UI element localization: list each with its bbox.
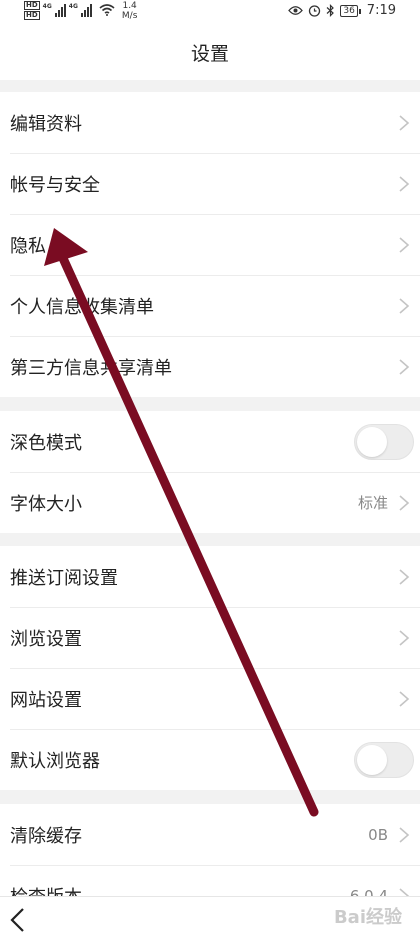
settings-item-personal-info-list[interactable]: 个人信息收集清单 xyxy=(0,275,420,336)
settings-item-check-version[interactable]: 检查版本 6.0.4 xyxy=(0,865,420,896)
status-right: 36 7:19 xyxy=(288,3,396,18)
status-bar: HD HD 4G 4G 1.4 M/s 36 7:19 xyxy=(0,0,420,24)
settings-item-label: 浏览设置 xyxy=(10,628,82,650)
settings-group-display: 深色模式 字体大小 标准 xyxy=(0,411,420,533)
settings-item-browsing-settings[interactable]: 浏览设置 xyxy=(0,607,420,668)
alarm-icon xyxy=(309,5,321,17)
network-type: 4G xyxy=(42,3,52,10)
hd-label: HD xyxy=(24,1,40,10)
status-left: HD HD 4G 4G 1.4 M/s xyxy=(24,1,137,21)
page-title: 设置 xyxy=(190,42,229,65)
chevron-right-icon xyxy=(399,826,410,843)
settings-item-label: 个人信息收集清单 xyxy=(10,296,154,318)
settings-item-label: 网站设置 xyxy=(10,689,82,711)
network-type: 4G xyxy=(68,3,78,10)
settings-item-label: 第三方信息共享清单 xyxy=(10,357,172,379)
status-time: 7:19 xyxy=(366,3,396,18)
bluetooth-icon xyxy=(326,4,335,17)
toggle-knob xyxy=(357,426,387,457)
settings-item-push-subscriptions[interactable]: 推送订阅设置 xyxy=(0,546,420,607)
settings-item-privacy[interactable]: 隐私 xyxy=(0,214,420,275)
settings-item-dark-mode: 深色模式 xyxy=(0,411,420,472)
chevron-right-icon xyxy=(399,629,410,646)
settings-item-font-size[interactable]: 字体大小 标准 xyxy=(0,472,420,533)
chevron-right-icon xyxy=(399,236,410,253)
hd-label: HD xyxy=(24,11,40,20)
chevron-right-icon xyxy=(399,690,410,707)
chevron-left-icon[interactable] xyxy=(8,907,28,933)
speed-unit: M/s xyxy=(121,11,138,21)
dark-mode-toggle[interactable] xyxy=(354,423,414,460)
settings-item-label: 字体大小 xyxy=(10,493,82,515)
chevron-right-icon xyxy=(399,175,410,192)
eye-icon xyxy=(288,6,304,15)
chevron-right-icon xyxy=(399,494,410,511)
chevron-right-icon xyxy=(399,568,410,585)
settings-item-label: 默认浏览器 xyxy=(10,750,100,772)
wifi-icon xyxy=(99,4,115,16)
chevron-right-icon xyxy=(399,114,410,131)
settings-item-label: 推送订阅设置 xyxy=(10,567,118,589)
battery-indicator: 36 xyxy=(340,4,362,17)
hd-indicator: HD HD xyxy=(24,1,40,21)
toggle-knob xyxy=(357,744,387,775)
settings-item-site-settings[interactable]: 网站设置 xyxy=(0,668,420,729)
settings-item-value: 0B xyxy=(368,825,388,844)
settings-item-label: 检查版本 xyxy=(10,883,82,897)
settings-group-system: 清除缓存 0B 检查版本 6.0.4 xyxy=(0,804,420,896)
network-speed: 1.4 M/s xyxy=(122,1,138,21)
chevron-right-icon xyxy=(399,358,410,375)
settings-item-default-browser: 默认浏览器 xyxy=(0,729,420,790)
speed-value: 1.4 xyxy=(122,1,137,11)
signal-icon xyxy=(54,3,66,17)
settings-item-value: 6.0.4 xyxy=(349,886,388,897)
chevron-right-icon xyxy=(399,297,410,314)
header: 设置 xyxy=(0,24,420,80)
chevron-right-icon xyxy=(399,887,410,896)
settings-item-value: 标准 xyxy=(357,494,388,512)
default-browser-toggle[interactable] xyxy=(354,741,414,778)
settings-group-browsing: 推送订阅设置 浏览设置 网站设置 默认浏览器 xyxy=(0,546,420,790)
settings-item-label: 清除缓存 xyxy=(10,825,82,847)
settings-item-account-security[interactable]: 帐号与安全 xyxy=(0,153,420,214)
settings-item-clear-cache[interactable]: 清除缓存 0B xyxy=(0,804,420,865)
settings-item-edit-profile[interactable]: 编辑资料 xyxy=(0,92,420,153)
bottom-bar xyxy=(0,896,420,943)
settings-group-account: 编辑资料 帐号与安全 隐私 个人信息收集清单 第三方信息共享清单 xyxy=(0,92,420,397)
settings-item-third-party-sharing[interactable]: 第三方信息共享清单 xyxy=(0,336,420,397)
settings-item-label: 隐私 xyxy=(10,235,46,257)
settings-item-label: 帐号与安全 xyxy=(10,174,100,196)
settings-item-label: 编辑资料 xyxy=(10,113,82,135)
settings-item-label: 深色模式 xyxy=(10,432,82,454)
signal-icon xyxy=(80,3,92,17)
